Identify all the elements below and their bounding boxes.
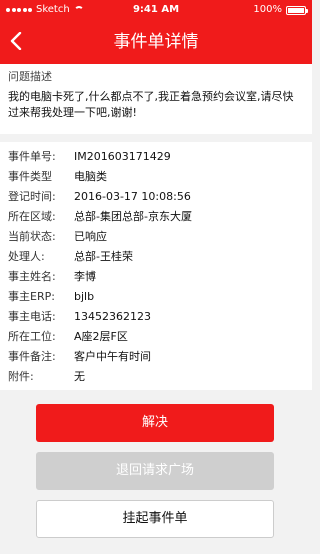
status-bar: Sketch 9:41 AM 100% (0, 0, 312, 20)
detail-value: IM201603171429 (74, 150, 171, 163)
detail-value: 总部-集团总部-京东大厦 (74, 210, 192, 223)
detail-value: bjlb (74, 290, 95, 303)
detail-label: 事件类型 (8, 170, 52, 183)
detail-value: 已响应 (74, 230, 107, 243)
suspend-ticket-button[interactable]: 挂起事件单 (36, 500, 274, 538)
description-text: 我的电脑卡死了,什么都点不了,我正着急预约会议室,请尽快过来帮我处理一下吧,谢谢… (8, 90, 294, 119)
detail-label: 附件: (8, 370, 34, 383)
detail-label: 事主ERP: (8, 290, 55, 303)
battery-icon (286, 5, 308, 15)
detail-label: 当前状态: (8, 230, 56, 243)
detail-label: 事主电话: (8, 310, 56, 323)
detail-label: 事件备注: (8, 350, 56, 363)
detail-value: A座2层F区 (74, 330, 128, 343)
app-header: Sketch 9:41 AM 100% 事件单详情 (0, 0, 312, 64)
description-label: 问题描述 (8, 70, 52, 83)
status-right: 100% (253, 0, 308, 20)
detail-value: 总部-王桂荣 (74, 250, 133, 263)
detail-label: 事件单号: (8, 150, 56, 163)
detail-value: 李博 (74, 270, 96, 283)
detail-value: 无 (74, 370, 85, 383)
detail-label: 所在区域: (8, 210, 56, 223)
detail-value: 电脑类 (74, 170, 107, 183)
description-card: 问题描述 我的电脑卡死了,什么都点不了,我正着急预约会议室,请尽快过来帮我处理一… (0, 64, 312, 134)
return-to-plaza-button[interactable]: 退回请求广场 (36, 452, 274, 490)
resolve-button[interactable]: 解决 (36, 404, 274, 442)
detail-value: 客户中午有时间 (74, 350, 151, 363)
nav-bar: 事件单详情 (0, 20, 312, 64)
detail-label: 登记时间: (8, 190, 56, 203)
battery-percent: 100% (253, 4, 282, 15)
detail-label: 所在工位: (8, 330, 56, 343)
detail-value: 2016-03-17 10:08:56 (74, 190, 191, 203)
detail-label: 处理人: (8, 250, 45, 263)
detail-card: 事件单号: IM201603171429 事件类型 电脑类 登记时间: 2016… (0, 142, 312, 390)
detail-value: 13452362123 (74, 310, 151, 323)
page-title: 事件单详情 (113, 32, 199, 52)
detail-label: 事主姓名: (8, 270, 56, 283)
